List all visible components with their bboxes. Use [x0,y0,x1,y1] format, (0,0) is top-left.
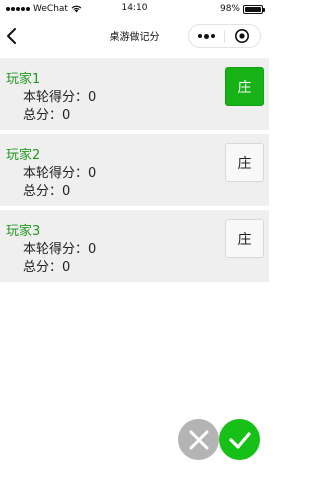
dealer-button[interactable]: 庄 [225,143,264,182]
battery-icon [243,4,265,14]
app-screen: WeChat 14:10 98% 桌游做记分 玩家1 本轮得分：0 总分：0 庄… [0,0,269,478]
cancel-button[interactable] [178,419,219,460]
player-name: 玩家2 [6,148,41,163]
player-name: 玩家1 [6,72,41,87]
round-score: 本轮得分：0 [23,166,97,181]
total-score: 总分：0 [23,108,71,123]
player-card[interactable]: 玩家1 本轮得分：0 总分：0 庄 [0,58,269,130]
confirm-button[interactable] [219,419,260,460]
round-score: 本轮得分：0 [23,242,97,257]
status-right: 98% [219,4,265,14]
more-dots-icon [198,34,202,38]
player-list: 玩家1 本轮得分：0 总分：0 庄 玩家2 本轮得分：0 总分：0 庄 玩家3 … [0,58,269,286]
battery-fill [245,6,261,12]
total-score: 总分：0 [23,184,71,199]
nav-bar: 桌游做记分 [0,20,269,52]
round-score: 本轮得分：0 [23,90,97,105]
player-card[interactable]: 玩家2 本轮得分：0 总分：0 庄 [0,134,269,206]
dealer-button[interactable]: 庄 [225,219,264,258]
check-icon [228,431,251,449]
mini-program-capsule [188,24,261,48]
close-mini-program-button[interactable] [225,25,260,47]
battery-percent: 98% [219,4,240,14]
player-name: 玩家3 [6,224,41,239]
dealer-button[interactable]: 庄 [225,67,264,106]
more-button[interactable] [189,25,224,47]
total-score: 总分：0 [23,260,71,275]
target-close-icon [235,29,250,43]
x-icon [189,430,208,449]
status-bar: WeChat 14:10 98% [0,0,269,20]
player-card[interactable]: 玩家3 本轮得分：0 总分：0 庄 [0,210,269,282]
